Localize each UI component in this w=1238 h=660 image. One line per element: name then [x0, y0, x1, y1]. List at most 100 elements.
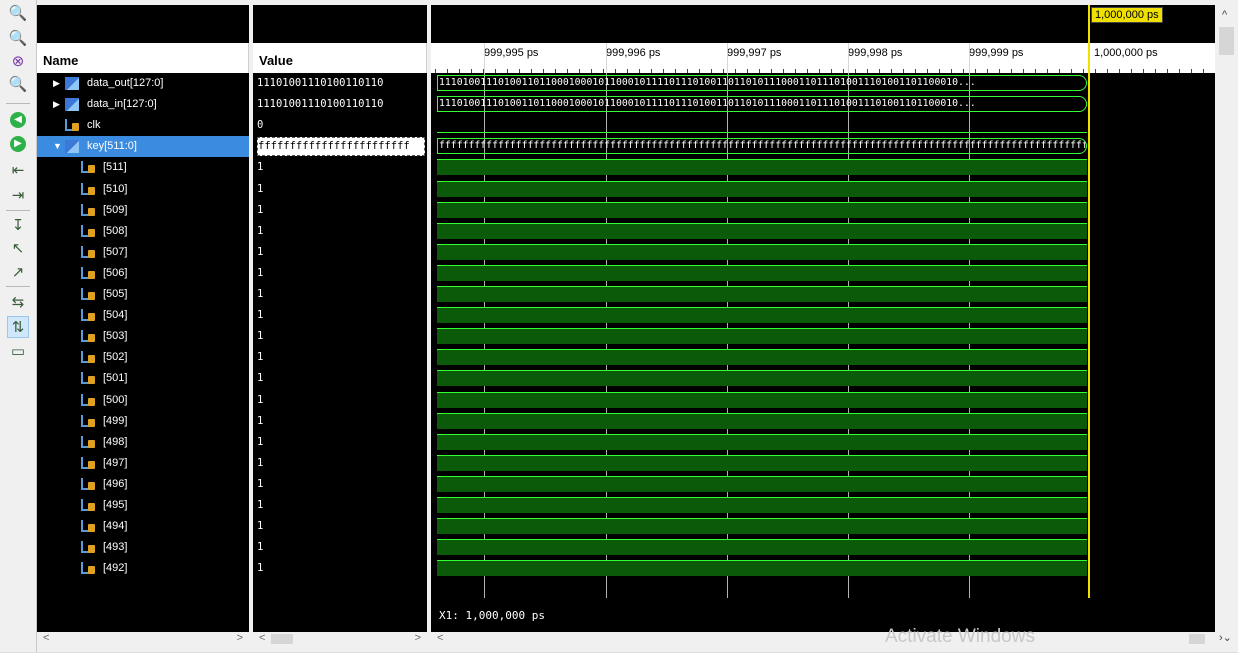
value-row[interactable]: 1	[253, 432, 427, 453]
signal-row[interactable]: [502]	[37, 347, 249, 368]
next-marker-icon[interactable]: ↗	[8, 262, 28, 282]
key-bus-trace[interactable]: ffffffffffffffffffffffffffffffffffffffff…	[437, 138, 1087, 155]
signal-row[interactable]: [511]	[37, 157, 249, 178]
signal-row[interactable]: [508]	[37, 221, 249, 242]
value-row[interactable]: 1	[253, 221, 427, 242]
zoom-fit-icon[interactable]: ⊗	[8, 51, 28, 71]
bit-trace[interactable]	[437, 159, 1087, 176]
bit-trace[interactable]	[437, 243, 1087, 260]
value-row[interactable]: 1	[253, 242, 427, 263]
bit-trace[interactable]	[437, 518, 1087, 535]
bit-trace[interactable]	[437, 370, 1087, 387]
value-row[interactable]: 1	[253, 558, 427, 579]
go-end-icon[interactable]: ▶	[10, 136, 26, 152]
signal-row[interactable]: [503]	[37, 326, 249, 347]
signal-row[interactable]: [500]	[37, 390, 249, 411]
prev-transition-icon[interactable]: ⇤	[8, 160, 28, 180]
scroll-left-icon[interactable]: <	[43, 632, 49, 644]
signal-row[interactable]: [506]	[37, 263, 249, 284]
signal-row[interactable]: [499]	[37, 411, 249, 432]
value-column-header[interactable]: Value	[253, 43, 427, 73]
scroll-up-icon[interactable]: ^	[1222, 9, 1227, 21]
scroll-right-icon[interactable]: >	[237, 632, 243, 644]
value-row[interactable]: 1	[253, 326, 427, 347]
value-row[interactable]: ffffffffffffffffffffffff	[253, 136, 427, 157]
bit-trace[interactable]	[437, 328, 1087, 345]
signal-row[interactable]: [493]	[37, 537, 249, 558]
time-ruler[interactable]: 999,995 ps 999,996 ps 999,997 ps 999,998 ps…	[431, 43, 1215, 73]
value-row[interactable]: 1	[253, 453, 427, 474]
name-column-header[interactable]: Name	[37, 43, 249, 73]
signal-row[interactable]: [497]	[37, 453, 249, 474]
value-row[interactable]: 1	[253, 516, 427, 537]
value-row[interactable]: 1	[253, 305, 427, 326]
value-hscrollbar[interactable]: < >	[253, 632, 427, 646]
value-row[interactable]: 1	[253, 263, 427, 284]
value-row[interactable]: 1	[253, 200, 427, 221]
value-row[interactable]: 1	[253, 179, 427, 200]
value-row[interactable]: 0	[253, 115, 427, 136]
cursor-time-label[interactable]: 1,000,000 ps	[1091, 7, 1163, 23]
signal-row[interactable]: [509]	[37, 200, 249, 221]
signal-row[interactable]: clk	[37, 115, 249, 136]
wave-hscrollbar[interactable]: <	[431, 632, 1215, 646]
signal-row[interactable]: ▼ key[511:0]	[37, 136, 249, 158]
zoom-full-icon[interactable]: 🔍	[8, 74, 28, 94]
signal-row[interactable]: ▶ data_out[127:0]	[37, 73, 249, 94]
signal-row[interactable]: [498]	[37, 432, 249, 453]
scroll-down-icon[interactable]: ›⌄	[1219, 631, 1232, 644]
value-row[interactable]: 1	[253, 368, 427, 389]
scroll-right-icon[interactable]: >	[415, 632, 421, 644]
expand-arrow-icon[interactable]: ▶	[53, 94, 60, 115]
bit-trace[interactable]	[437, 433, 1087, 450]
scroll-thumb[interactable]	[1219, 27, 1234, 55]
value-row[interactable]: 1	[253, 390, 427, 411]
data_out-bus-trace[interactable]: 1110100111010011011000100010110001011110…	[437, 75, 1087, 91]
value-row[interactable]: 1	[253, 157, 427, 178]
bit-trace[interactable]	[437, 391, 1087, 408]
swap-cursors-icon[interactable]: ⇆	[8, 292, 28, 312]
bit-trace[interactable]	[437, 454, 1087, 471]
value-row[interactable]: 11101001110100110110	[253, 73, 427, 94]
zoom-in-icon[interactable]: 🔍	[8, 3, 28, 23]
scroll-left-icon[interactable]: <	[437, 632, 443, 644]
value-row[interactable]: 1	[253, 537, 427, 558]
bit-trace[interactable]	[437, 412, 1087, 429]
zoom-out-icon[interactable]: 🔍	[8, 28, 28, 48]
signal-row[interactable]: [510]	[37, 179, 249, 200]
signal-row[interactable]: [507]	[37, 242, 249, 263]
value-row[interactable]: 1	[253, 474, 427, 495]
bit-trace[interactable]	[437, 539, 1087, 556]
signal-row[interactable]: ▶ data_in[127:0]	[37, 94, 249, 115]
signal-row[interactable]: [505]	[37, 284, 249, 305]
bit-trace[interactable]	[437, 560, 1087, 577]
bit-trace[interactable]	[437, 286, 1087, 302]
bit-trace[interactable]	[437, 222, 1087, 239]
bit-trace[interactable]	[437, 475, 1087, 492]
name-hscrollbar[interactable]: < >	[37, 632, 249, 646]
signal-row[interactable]: [494]	[37, 516, 249, 537]
snap-transition-icon[interactable]: ⇅	[7, 316, 29, 338]
expand-arrow-icon[interactable]: ▶	[53, 73, 60, 94]
value-row[interactable]: 11101001110100110110	[253, 94, 427, 115]
value-row[interactable]: 1	[253, 284, 427, 305]
waveform-canvas[interactable]: 999,995 ps 999,996 ps 999,997 ps 999,998 ps…	[431, 5, 1215, 632]
value-row[interactable]: 1	[253, 347, 427, 368]
bit-trace[interactable]	[437, 307, 1087, 324]
add-marker-icon[interactable]: ↧	[8, 215, 28, 235]
time-cursor[interactable]	[1088, 5, 1090, 598]
value-row[interactable]: 1	[253, 495, 427, 516]
float-ruler-icon[interactable]: ▭	[8, 341, 28, 361]
signal-row[interactable]: [504]	[37, 305, 249, 326]
data_in-bus-trace[interactable]: 1110100111010011011000100010110001011110…	[437, 96, 1087, 113]
scroll-thumb[interactable]	[271, 634, 293, 644]
prev-marker-icon[interactable]: ↖	[8, 238, 28, 258]
value-row[interactable]: 1	[253, 411, 427, 432]
bit-trace[interactable]	[437, 201, 1087, 218]
bit-trace[interactable]	[437, 117, 1087, 134]
bit-trace[interactable]	[437, 349, 1087, 366]
next-transition-icon[interactable]: ⇥	[8, 185, 28, 205]
signal-row[interactable]: [501]	[37, 368, 249, 389]
scroll-left-icon[interactable]: <	[259, 632, 265, 644]
go-start-icon[interactable]: ◀	[10, 112, 26, 128]
